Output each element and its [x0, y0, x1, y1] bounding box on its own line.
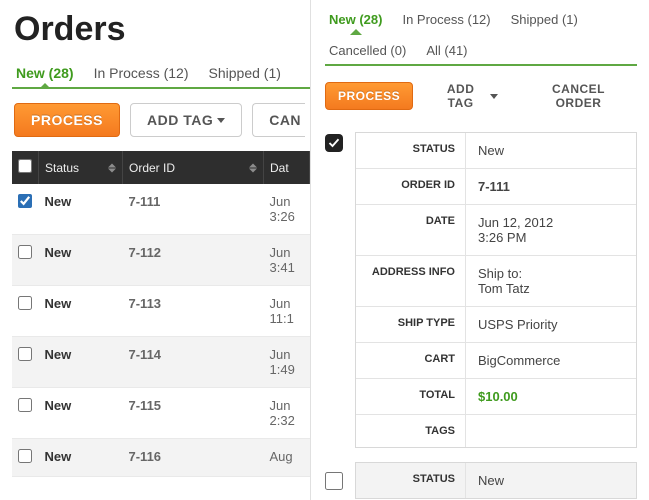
check-icon	[328, 137, 340, 149]
tab-filter[interactable]: Shipped (1)	[509, 8, 580, 33]
tab-filter[interactable]: All (41)	[424, 39, 469, 64]
value-ship-type: USPS Priority	[466, 307, 636, 342]
col-date: Dat	[270, 161, 289, 175]
chevron-down-icon	[490, 94, 498, 99]
order-detail-card: STATUSNew ORDER ID7-111 DATEJun 12, 2012…	[355, 132, 637, 448]
label-tags: TAGS	[356, 415, 466, 447]
cell-date: Jun3:26	[264, 184, 310, 235]
orders-table: Status Order ID Dat New7-111Jun3:26New7-…	[12, 151, 310, 477]
toolbar-left: PROCESS ADD TAG CAN	[12, 89, 310, 151]
add-tag-button[interactable]: ADD TAG	[130, 103, 242, 137]
cell-date: Jun3:41	[264, 235, 310, 286]
label-status: STATUS	[356, 133, 466, 168]
order-selected-checkbox[interactable]	[325, 472, 343, 493]
order-detail-panel: New (28) In Process (12) Shipped (1) Cancel…	[311, 0, 649, 500]
table-row[interactable]: New7-111Jun3:26	[12, 184, 310, 235]
order-selected-checkbox[interactable]	[325, 134, 343, 152]
cell-date: Jun1:49	[264, 337, 310, 388]
label-address: ADDRESS INFO	[356, 256, 466, 306]
tab-filter[interactable]: Cancelled (0)	[327, 39, 408, 64]
value-status: New	[466, 133, 636, 168]
sort-icon[interactable]	[108, 163, 116, 172]
value-tags	[466, 415, 636, 447]
tabs-left: New (28) In Process (12) Shipped (1)	[12, 61, 310, 89]
value-order-id: 7-111	[466, 169, 636, 204]
page-title: Orders	[14, 10, 310, 49]
row-checkbox[interactable]	[18, 449, 32, 463]
label-order-id: ORDER ID	[356, 169, 466, 204]
table-row[interactable]: New7-114Jun1:49	[12, 337, 310, 388]
cell-status: New	[39, 337, 123, 388]
cell-status: New	[39, 184, 123, 235]
table-row[interactable]: New7-113Jun11:1	[12, 286, 310, 337]
add-tag-label: ADD TAG	[435, 82, 486, 110]
value-cart: BigCommerce	[466, 343, 636, 378]
select-all-checkbox[interactable]	[18, 159, 32, 173]
row-checkbox[interactable]	[18, 347, 32, 361]
value-address: Ship to:Tom Tatz	[466, 256, 636, 306]
row-checkbox[interactable]	[18, 194, 32, 208]
tab-filter[interactable]: New (28)	[14, 61, 76, 87]
sort-icon[interactable]	[249, 163, 257, 172]
value-total: $10.00	[466, 379, 636, 414]
tab-filter[interactable]: In Process (12)	[92, 61, 191, 87]
label-date: DATE	[356, 205, 466, 255]
row-checkbox[interactable]	[18, 398, 32, 412]
col-status: Status	[45, 161, 79, 175]
add-tag-label: ADD TAG	[147, 112, 213, 128]
cell-order-id: 7-112	[123, 235, 264, 286]
cell-status: New	[39, 286, 123, 337]
col-order-id: Order ID	[129, 161, 175, 175]
label-cart: CART	[356, 343, 466, 378]
process-button[interactable]: PROCESS	[325, 82, 413, 110]
cell-order-id: 7-114	[123, 337, 264, 388]
cell-date: Jun11:1	[264, 286, 310, 337]
cell-order-id: 7-111	[123, 184, 264, 235]
label-total: TOTAL	[356, 379, 466, 414]
row-checkbox[interactable]	[18, 245, 32, 259]
cell-order-id: 7-113	[123, 286, 264, 337]
table-row[interactable]: New7-116Aug	[12, 439, 310, 477]
table-row[interactable]: New7-115Jun2:32	[12, 388, 310, 439]
cell-status: New	[39, 235, 123, 286]
cancel-order-button[interactable]: CANCEL ORDER	[520, 76, 637, 116]
cell-date: Jun2:32	[264, 388, 310, 439]
toolbar-right: PROCESS ADD TAG CANCEL ORDER	[325, 66, 637, 126]
cancel-order-button[interactable]: CAN	[252, 103, 305, 137]
add-tag-button[interactable]: ADD TAG	[423, 76, 510, 116]
value-status: New	[466, 463, 636, 498]
value-date: Jun 12, 20123:26 PM	[466, 205, 636, 255]
cell-order-id: 7-116	[123, 439, 264, 477]
label-status: STATUS	[356, 463, 466, 498]
tabs-right: New (28) In Process (12) Shipped (1) Cancel…	[325, 8, 637, 66]
cell-status: New	[39, 439, 123, 477]
tab-filter[interactable]: In Process (12)	[400, 8, 492, 33]
tab-filter[interactable]: Shipped (1)	[207, 61, 283, 87]
process-button[interactable]: PROCESS	[14, 103, 120, 137]
label-ship-type: SHIP TYPE	[356, 307, 466, 342]
cell-status: New	[39, 388, 123, 439]
table-row[interactable]: New7-112Jun3:41	[12, 235, 310, 286]
cell-order-id: 7-115	[123, 388, 264, 439]
tab-filter[interactable]: New (28)	[327, 8, 384, 33]
order-detail-card: STATUSNew	[355, 462, 637, 499]
chevron-down-icon	[217, 118, 225, 123]
orders-list-panel: Orders New (28) In Process (12) Shipped (1…	[0, 0, 311, 500]
row-checkbox[interactable]	[18, 296, 32, 310]
cell-date: Aug	[264, 439, 310, 477]
